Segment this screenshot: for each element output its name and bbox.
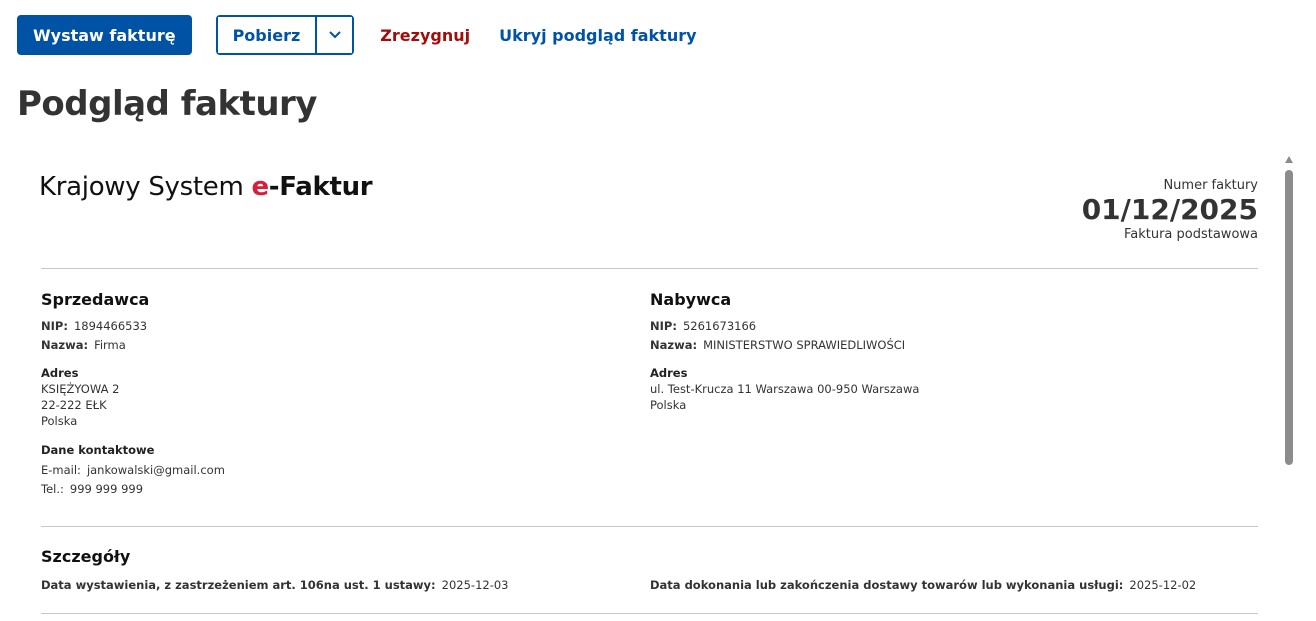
seller-section: Sprzedawca NIP: 1894466533 Nazwa: Firma Ad… bbox=[41, 290, 641, 499]
seller-title: Sprzedawca bbox=[41, 290, 150, 309]
hide-preview-link[interactable]: Ukryj podgląd faktury bbox=[499, 26, 696, 45]
chevron-down-icon bbox=[329, 31, 341, 39]
scroll-thumb[interactable] bbox=[1285, 170, 1293, 465]
scroll-up-arrow-icon[interactable] bbox=[1285, 156, 1293, 163]
divider bbox=[41, 526, 1258, 527]
download-button[interactable]: Pobierz bbox=[217, 17, 316, 53]
seller-contact-label: Dane kontaktowe bbox=[41, 443, 155, 457]
buyer-nip: NIP: 5261673166 bbox=[650, 319, 757, 333]
invoice-number-block: Numer faktury 01/12/2025 Faktura podstaw… bbox=[1082, 178, 1258, 242]
buyer-address-label: Adres bbox=[650, 366, 688, 380]
seller-address-line: KSIĘŻYOWA 2 bbox=[41, 382, 120, 396]
invoice-number: 01/12/2025 bbox=[1081, 193, 1258, 226]
buyer-title: Nabywca bbox=[650, 290, 732, 309]
seller-name: Nazwa: Firma bbox=[41, 338, 126, 352]
issue-date: Data wystawienia, z zastrzeżeniem art. 1… bbox=[41, 578, 509, 592]
invoice-type: Faktura podstawowa bbox=[1123, 227, 1258, 242]
details-title: Szczegóły bbox=[41, 547, 131, 566]
invoice-number-label: Numer faktury bbox=[1163, 178, 1258, 193]
issue-invoice-button[interactable]: Wystaw fakturę bbox=[17, 15, 192, 55]
delivery-date: Data dokonania lub zakończenia dostawy t… bbox=[650, 578, 1197, 592]
cancel-link[interactable]: Zrezygnuj bbox=[380, 26, 470, 45]
buyer-address-line: Polska bbox=[650, 398, 687, 412]
ksef-logo: Krajowy System e-Faktur bbox=[39, 172, 373, 202]
buyer-section: Nabywca NIP: 5261673166 Nazwa: MINISTERSTW… bbox=[650, 290, 1250, 413]
seller-address-label: Adres bbox=[41, 366, 79, 380]
scrollbar[interactable] bbox=[1284, 156, 1294, 621]
divider bbox=[41, 613, 1258, 614]
seller-nip: NIP: 1894466533 bbox=[41, 319, 148, 333]
divider bbox=[41, 268, 1258, 269]
seller-phone: Tel.: 999 999 999 bbox=[41, 482, 144, 496]
page-title: Podgląd faktury bbox=[17, 84, 317, 124]
toolbar: Wystaw fakturę Pobierz Zrezygnuj Ukryj p… bbox=[17, 15, 697, 55]
details-section: Szczegóły bbox=[41, 547, 1258, 566]
download-split-button: Pobierz bbox=[215, 15, 355, 55]
buyer-address-line: ul. Test-Krucza 11 Warszawa 00-950 Warsz… bbox=[650, 382, 920, 396]
seller-address-line: Polska bbox=[41, 414, 78, 428]
seller-email: E-mail: jankowalski@gmail.com bbox=[41, 463, 225, 477]
buyer-name: Nazwa: MINISTERSTWO SPRAWIEDLIWOŚCI bbox=[650, 338, 906, 352]
seller-address-line: 22-222 EŁK bbox=[41, 398, 107, 412]
download-menu-toggle[interactable] bbox=[315, 17, 353, 53]
